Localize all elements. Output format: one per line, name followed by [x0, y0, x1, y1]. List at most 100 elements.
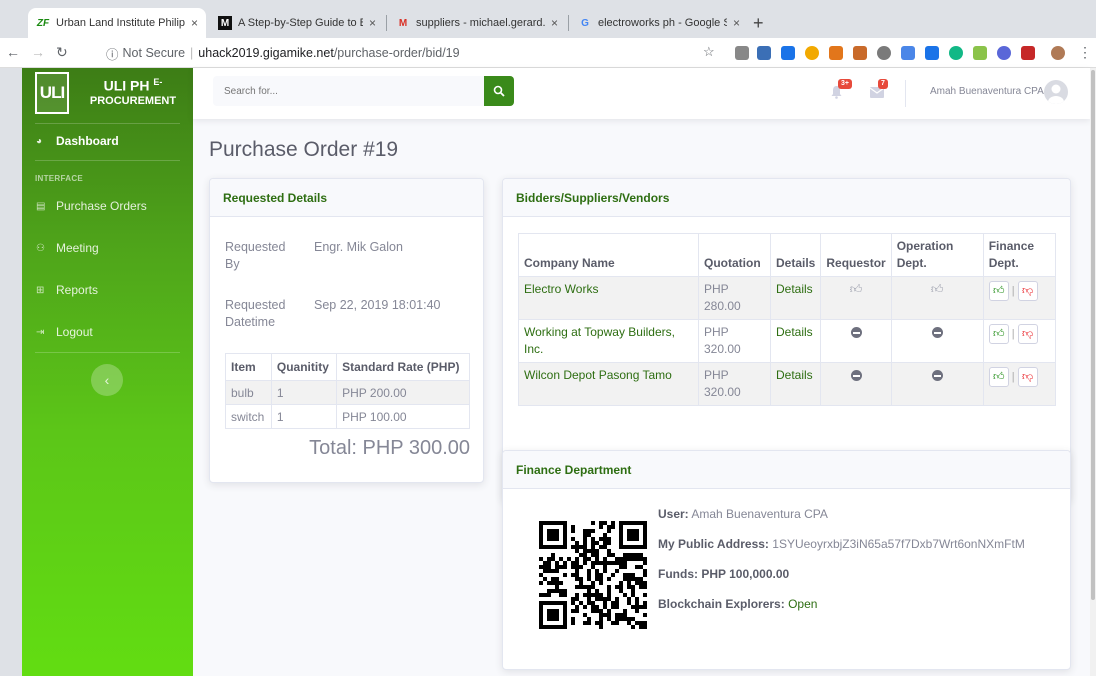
page-scrollbar-thumb[interactable] [1091, 70, 1095, 600]
main-content: 3+ 7 Amah Buenaventura CPA Purchase Orde… [193, 68, 1090, 676]
extension-icon[interactable] [997, 46, 1011, 60]
back-arrow-icon[interactable]: ← [6, 44, 20, 60]
column-header: Details [769, 233, 822, 277]
finance-explorers: Blockchain Explorers: Open [658, 597, 817, 611]
minus-circle-icon [850, 327, 862, 338]
sidebar-toggle-button[interactable]: ‹ [91, 364, 123, 396]
page-title: Purchase Order #19 [209, 138, 399, 161]
requested-datetime-label: Requested Datetime [225, 298, 286, 329]
reject-thumbs-down-button[interactable]: 👎︎ [1017, 367, 1038, 387]
tab-title: suppliers - michael.gerard.galo [416, 17, 545, 29]
approve-thumbs-up-button[interactable]: 👍︎ [988, 281, 1009, 301]
finance-vote: 👍︎ | 👎︎ [988, 367, 1050, 387]
close-tab-icon[interactable]: × [551, 16, 558, 30]
table-cell: 1 [270, 404, 338, 429]
finance-vote: 👍︎ | 👎︎ [988, 281, 1050, 301]
table-row: bulb 1 PHP 200.00 [225, 380, 470, 405]
search-input[interactable] [213, 76, 484, 106]
finance-address: My Public Address: 1SYUeoyrxbjZ3iN65a57f… [658, 537, 1025, 551]
details-link[interactable]: Details [769, 276, 822, 320]
column-header: Standard Rate (PHP) [336, 353, 470, 381]
extension-icon[interactable] [925, 46, 939, 60]
company-name: Electro Works [518, 276, 699, 320]
approve-thumbs-up-button[interactable]: 👍︎ [988, 324, 1009, 344]
table-row: switch 1 PHP 100.00 [225, 404, 470, 429]
table-cell: PHP 200.00 [336, 380, 470, 405]
browser-tab[interactable]: M suppliers - michael.gerard.galo × [388, 8, 566, 38]
operation-status [890, 319, 984, 363]
gmail-favicon-icon: M [398, 17, 408, 29]
sidebar-item-reports[interactable]: ⊞ Reports [36, 283, 98, 297]
extension-icon[interactable] [757, 46, 771, 60]
details-link[interactable]: Details [769, 319, 822, 363]
browser-menu-icon[interactable]: ⋮ [1078, 44, 1092, 61]
table-row: Electro Works PHP 280.00 Details 👍︎ 👍︎ 👍… [518, 276, 1057, 320]
sidebar-divider [35, 123, 180, 124]
reload-icon[interactable]: ↻ [56, 44, 68, 61]
search-button[interactable] [484, 76, 514, 106]
sidebar-item-meeting[interactable]: ⚇ Meeting [36, 241, 99, 255]
url-divider: | [190, 46, 194, 60]
tab-title: A Step-by-Step Guide to Buildi [238, 17, 363, 29]
browser-address-bar: ← → ↻ ⓘ Not Secure | uhack2019.gigamike.… [0, 38, 1096, 68]
details-link[interactable]: Details [769, 362, 822, 406]
explorers-open-link[interactable]: Open [788, 597, 817, 611]
medium-favicon-icon: M [218, 16, 232, 30]
url-omnibox[interactable]: ⓘ Not Secure | uhack2019.gigamike.net /p… [106, 41, 726, 65]
close-tab-icon[interactable]: × [191, 16, 198, 30]
brand-title: ULI PH E- PROCUREMENT [77, 75, 189, 109]
sidebar-item-logout[interactable]: ⇥ Logout [36, 325, 93, 339]
extension-icon[interactable] [901, 46, 915, 60]
company-name: Wilcon Depot Pasong Tamo [518, 362, 699, 406]
finance-address-label: My Public Address: [658, 537, 769, 551]
sidebar-item-label: Purchase Orders [56, 199, 147, 213]
info-icon[interactable]: ⓘ [106, 44, 119, 63]
reject-thumbs-down-button[interactable]: 👎︎ [1017, 281, 1038, 301]
column-header: Quanitity [270, 353, 338, 381]
sidebar-item-dashboard[interactable]: ◕ Dashboard [36, 134, 119, 148]
company-name: Working at Topway Builders, Inc. [518, 319, 699, 363]
finance-funds-label: Funds: [658, 567, 698, 581]
column-header: Requestor [820, 233, 892, 277]
items-table: Item Quanitity Standard Rate (PHP) bulb … [225, 353, 470, 429]
zf-favicon-icon: ZF [36, 17, 50, 29]
brand-sup: E- [153, 77, 163, 87]
column-header: Finance Dept. [982, 233, 1057, 277]
close-tab-icon[interactable]: × [369, 16, 376, 30]
extension-icon[interactable] [805, 46, 819, 60]
camera-extension-icon[interactable] [735, 46, 749, 60]
reject-thumbs-down-button[interactable]: 👎︎ [1017, 324, 1038, 344]
extension-icon[interactable] [1021, 46, 1035, 60]
extension-icon[interactable] [853, 46, 867, 60]
messages-envelope-icon[interactable]: 7 [869, 79, 888, 101]
sidebar-item-label: Reports [56, 283, 99, 297]
extension-icon[interactable] [781, 46, 795, 60]
browser-tab[interactable]: G electroworks ph - Google Sear × [570, 8, 748, 38]
metamask-extension-icon[interactable] [829, 46, 843, 60]
browser-tab-active[interactable]: ZF Urban Land Institute Philippine × [28, 8, 206, 38]
extension-icon[interactable] [973, 46, 987, 60]
approve-thumbs-up-button[interactable]: 👍︎ [988, 367, 1009, 387]
new-tab-button[interactable]: + [753, 13, 764, 34]
table-cell: 1 [270, 380, 338, 405]
user-name[interactable]: Amah Buenaventura CPA [930, 86, 1044, 97]
close-tab-icon[interactable]: × [733, 16, 740, 30]
alerts-bell-icon[interactable]: 3+ [830, 79, 852, 102]
total-amount: Total: PHP 300.00 [309, 437, 470, 459]
bidders-table: Company Name Quotation Details Requestor… [518, 233, 1057, 406]
extension-icon[interactable] [877, 46, 891, 60]
minus-circle-icon [931, 370, 943, 381]
avatar[interactable] [1044, 80, 1068, 104]
sidebar-brand[interactable]: ULI ULI PH E- PROCUREMENT [22, 68, 193, 119]
url-host: uhack2019.gigamike.net [198, 46, 334, 60]
profile-avatar-icon[interactable] [1051, 46, 1065, 60]
finance-explorers-label: Blockchain Explorers: [658, 597, 785, 611]
forward-arrow-icon[interactable]: → [31, 44, 45, 60]
browser-tab[interactable]: M A Step-by-Step Guide to Buildi × [210, 8, 384, 38]
bookmark-star-icon[interactable]: ☆ [703, 44, 715, 60]
card-header: Finance Department [503, 451, 1070, 489]
column-header: Quotation [698, 233, 771, 277]
extension-icon[interactable] [949, 46, 963, 60]
sidebar-item-purchase-orders[interactable]: ▤ Purchase Orders [36, 199, 147, 213]
sidebar: ULI ULI PH E- PROCUREMENT ◕ Dashboard IN… [22, 68, 193, 676]
